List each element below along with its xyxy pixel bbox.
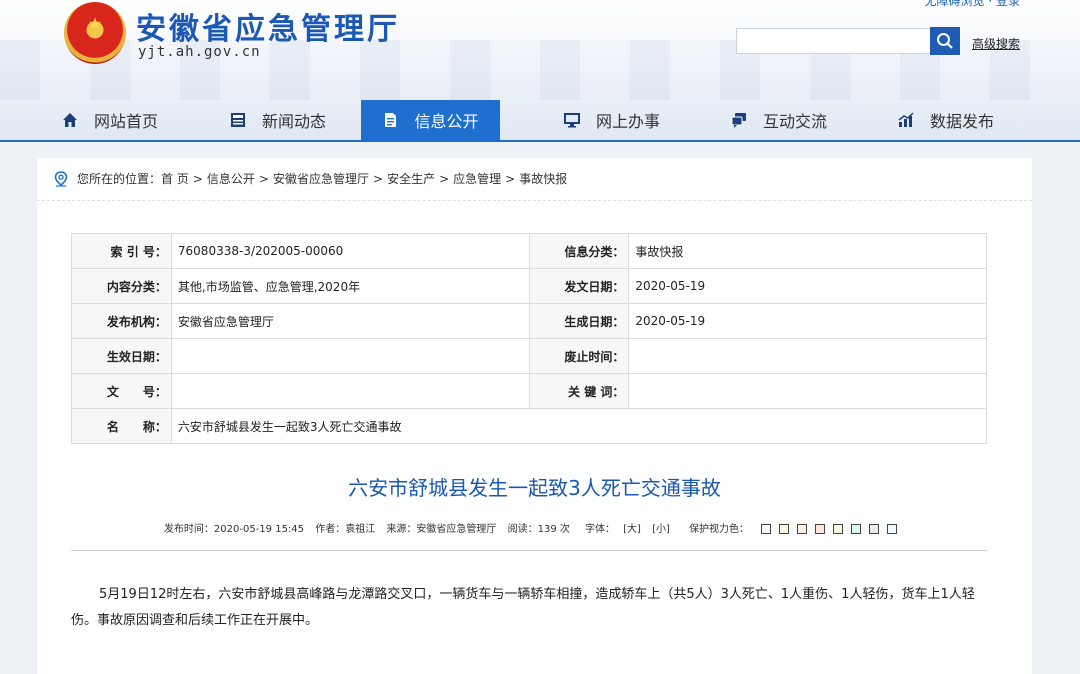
read-count: 阅读：139 次 — [507, 524, 570, 535]
publish-time: 发布时间：2020-05-19 15:45 — [163, 524, 305, 535]
table-row: 名 称： 六安市舒城县发生一起致3人死亡交通事故 — [71, 408, 988, 444]
article-body: 5月19日12时左右，六安市舒城县高峰路与龙潭路交叉口，一辆货车与一辆轿车相撞，… — [71, 587, 975, 628]
chat-icon — [731, 112, 747, 128]
search-icon — [937, 33, 953, 49]
breadcrumb: 您所在的位置： 首 页 > 信息公开 > 安徽省应急管理厅 > 安全生产 > 应… — [53, 170, 567, 187]
eye-care-color-swatch[interactable] — [779, 524, 790, 534]
home-icon — [62, 112, 78, 128]
breadcrumb-prefix: 您所在的位置： — [77, 172, 162, 186]
breadcrumb-item-info-public[interactable]: 信息公开 — [207, 170, 255, 187]
breadcrumb-separator: > — [505, 171, 516, 186]
table-row: 文 号： 关 键 词： — [71, 373, 987, 409]
name-label: 名 称： — [71, 408, 172, 444]
keywords-label: 关 键 词： — [528, 373, 630, 409]
content-panel: 您所在的位置： 首 页 > 信息公开 > 安徽省应急管理厅 > 安全生产 > 应… — [37, 158, 1032, 674]
article-title: 六安市舒城县发生一起致3人死亡交通事故 — [348, 476, 721, 500]
breadcrumb-item-home[interactable]: 首 页 — [161, 170, 189, 187]
author: 作者：袁祖江 — [315, 524, 376, 535]
article-meta: 发布时间：2020-05-19 15:45 作者：袁祖江 来源：安徽省应急管理厅… — [37, 520, 1032, 535]
content-category-label: 内容分类： — [71, 268, 172, 304]
site-domain: yjt.ah.gov.cn — [138, 44, 261, 60]
abolish-time-value — [628, 338, 987, 374]
content-category-value: 其他,市场监管、应急管理,2020年 — [170, 268, 530, 304]
breadcrumb-separator: > — [192, 171, 203, 186]
keywords-value — [628, 373, 987, 409]
effective-date-value — [170, 338, 530, 374]
nav-item-news[interactable]: 新闻动态 — [230, 100, 326, 140]
advanced-search-link[interactable]: 高级搜索 — [972, 35, 1020, 52]
news-icon — [230, 112, 246, 128]
eye-care-color-swatch[interactable] — [761, 524, 772, 534]
national-emblem-icon: ★ — [64, 2, 126, 64]
chart-icon — [898, 112, 914, 128]
issue-date-label: 发文日期： — [528, 268, 630, 304]
table-row: 发布机构： 安徽省应急管理厅 生成日期： 2020-05-19 — [71, 303, 987, 339]
category-value: 事故快报 — [628, 233, 987, 269]
font-size-control: 字体： [大] [小] — [581, 524, 674, 535]
eye-care-color-swatch[interactable] — [797, 524, 808, 534]
font-label: 字体： — [585, 524, 616, 535]
nav-item-interaction[interactable]: 互动交流 — [731, 100, 827, 140]
metadata-table: 索 引 号： 76080338-3/202005-00060 信息分类： 事故快… — [71, 233, 988, 444]
nav-label: 信息公开 — [414, 112, 479, 131]
document-icon — [382, 112, 398, 128]
font-small-button[interactable]: [小] — [652, 524, 670, 535]
monitor-icon — [564, 112, 580, 128]
issue-date-value: 2020-05-19 — [628, 268, 987, 304]
table-row: 生效日期： 废止时间： — [71, 338, 987, 374]
breadcrumb-item-department[interactable]: 安徽省应急管理厅 — [273, 170, 369, 187]
eye-care-swatches — [757, 524, 901, 535]
eye-care-color-swatch[interactable] — [833, 524, 844, 534]
breadcrumb-item-safety[interactable]: 安全生产 — [387, 170, 435, 187]
publisher-value: 安徽省应急管理厅 — [170, 303, 530, 339]
nav-item-online-service[interactable]: 网上办事 — [564, 100, 660, 140]
table-row: 内容分类： 其他,市场监管、应急管理,2020年 发文日期： 2020-05-1… — [71, 268, 987, 304]
eye-care-color-swatch[interactable] — [851, 524, 862, 534]
nav-item-data-release[interactable]: 数据发布 — [898, 100, 994, 140]
publisher-label: 发布机构： — [71, 303, 172, 339]
created-date-value: 2020-05-19 — [628, 303, 987, 339]
effective-date-label: 生效日期： — [71, 338, 172, 374]
eye-care-color-swatch[interactable] — [815, 524, 826, 534]
nav-label: 网站首页 — [94, 112, 159, 131]
eye-care-color-swatch[interactable] — [869, 524, 880, 534]
table-row: 索 引 号： 76080338-3/202005-00060 信息分类： 事故快… — [71, 233, 987, 269]
nav-label: 网上办事 — [596, 112, 661, 131]
article-divider — [71, 550, 987, 551]
source: 来源：安徽省应急管理厅 — [386, 524, 497, 535]
nav-item-home[interactable]: 网站首页 — [62, 100, 158, 140]
location-pin-icon — [54, 170, 68, 187]
doc-number-label: 文 号： — [71, 373, 172, 409]
top-links[interactable]: 无障碍浏览 · 登录 — [925, 0, 1020, 9]
name-value: 六安市舒城县发生一起致3人死亡交通事故 — [170, 408, 988, 444]
breadcrumb-separator: > — [258, 171, 269, 186]
font-large-button[interactable]: [大] — [623, 524, 641, 535]
breadcrumb-item-emergency[interactable]: 应急管理 — [453, 170, 501, 187]
abolish-time-label: 废止时间： — [528, 338, 630, 374]
search-button[interactable] — [930, 27, 960, 55]
doc-number-value — [170, 373, 530, 409]
category-label: 信息分类： — [528, 233, 630, 269]
nav-label: 数据发布 — [930, 112, 995, 131]
breadcrumb-separator: > — [373, 171, 384, 186]
eye-care-color-swatch[interactable] — [887, 524, 898, 534]
nav-underline — [0, 140, 1080, 142]
eye-care-control: 保护视力色： — [685, 524, 905, 535]
created-date-label: 生成日期： — [528, 303, 630, 339]
nav-label: 新闻动态 — [262, 112, 327, 131]
site-title[interactable]: 安徽省应急管理厅 — [136, 4, 400, 48]
index-value: 76080338-3/202005-00060 — [170, 233, 530, 269]
nav-item-info-public[interactable]: 信息公开 — [361, 100, 500, 140]
breadcrumb-divider — [37, 200, 1032, 201]
eye-care-label: 保护视力色： — [689, 524, 750, 535]
nav-label: 互动交流 — [763, 112, 828, 131]
main-nav: 网站首页 新闻动态 信息公开 网上办事 互动交流 数据发布 — [0, 100, 1080, 140]
search-input[interactable] — [736, 28, 930, 54]
breadcrumb-separator: > — [439, 171, 450, 186]
breadcrumb-item-accident-report[interactable]: 事故快报 — [519, 170, 567, 187]
index-label: 索 引 号： — [71, 233, 172, 269]
